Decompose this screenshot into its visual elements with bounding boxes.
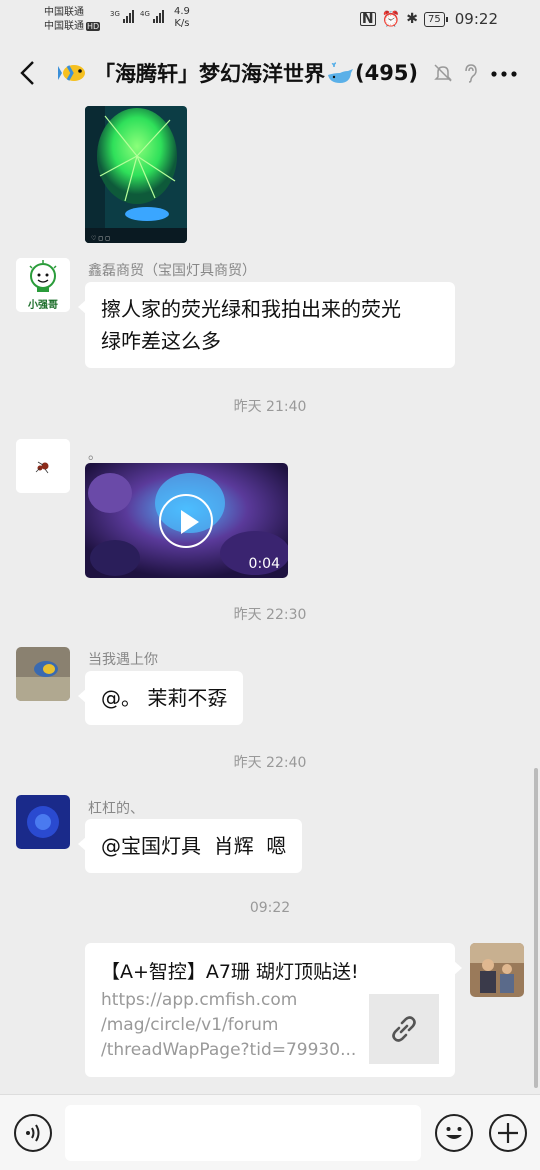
voice-icon: [26, 1124, 40, 1142]
chat-title-text: 「海腾轩」梦幻海洋世界: [94, 62, 325, 86]
message-text: @。 茉莉不孬: [101, 686, 228, 710]
link-thumbnail: [369, 994, 439, 1064]
clock: 09:22: [454, 10, 498, 28]
back-button[interactable]: [14, 58, 44, 88]
sender-name: 杠杠的、: [88, 801, 144, 817]
bluetooth-icon: ✱: [406, 11, 419, 27]
hd-badge: HD: [86, 22, 101, 31]
coral-avatar-icon: [16, 795, 70, 849]
svg-text:小强哥: 小强哥: [27, 298, 58, 311]
nfc-icon: N: [359, 11, 376, 27]
video-message[interactable]: 0:04: [85, 463, 288, 578]
text-message[interactable]: @宝国灯具 肖辉 嗯: [77, 819, 303, 873]
timestamp: 09:22: [249, 900, 291, 916]
chat-title[interactable]: 「海腾轩」梦幻海洋世界 (495): [58, 58, 418, 88]
link-url: https://app.cmfish.com /mag/circle/v1/fo…: [101, 988, 359, 1063]
video-duration: 0:04: [248, 556, 280, 572]
back-arrow-icon: [20, 61, 34, 85]
link-card-message[interactable]: 【A+智控】A7珊 瑚灯顶贴送! https://app.cmfish.com …: [85, 943, 462, 1077]
input-bar: [0, 1094, 540, 1170]
message-list[interactable]: ♡ ◻ ◻ 小强哥 鑫磊商贸（宝国灯具商贸） 擦人家的荧光绿和我拍出来的荧光 绿…: [0, 106, 540, 1094]
svg-text:♡ ◻ ◻: ♡ ◻ ◻: [91, 235, 110, 242]
avatar-self[interactable]: [470, 943, 524, 997]
timestamp: 昨天 21:40: [233, 399, 307, 415]
link-url-line: https://app.cmfish.com: [101, 990, 298, 1010]
image-message[interactable]: ♡ ◻ ◻: [85, 106, 187, 243]
link-url-line: /mag/circle/v1/forum: [101, 1015, 279, 1035]
avatar-m3[interactable]: [16, 647, 70, 701]
timestamp: 昨天 22:40: [233, 755, 307, 771]
coral-photo: ♡ ◻ ◻: [85, 106, 187, 243]
more-functions-button[interactable]: [489, 1114, 527, 1152]
ear-icon: [459, 62, 481, 84]
status-right: N ⏰ ✱ 75 09:22: [359, 10, 498, 28]
carrier-1: 中国联通: [44, 7, 84, 18]
chat-header: 「海腾轩」梦幻海洋世界 (495): [0, 42, 540, 106]
emoji-icon: [446, 1127, 462, 1139]
more-button[interactable]: [490, 64, 518, 86]
avatar-m4[interactable]: [16, 795, 70, 849]
self-avatar-photo: [470, 943, 524, 997]
bulb-logo-icon: 小强哥: [16, 258, 70, 312]
more-dots-icon: [491, 71, 517, 77]
avatar-m1[interactable]: 小强哥: [16, 258, 70, 312]
status-bar: 中国联通 中国联通 HD 3G 4G 4.9 K/s N ⏰ ✱ 75 09:22: [0, 0, 540, 42]
sender-name: 。: [88, 447, 102, 463]
message-text: @宝国灯具 肖辉 嗯: [101, 834, 287, 858]
emoji-button[interactable]: [435, 1114, 473, 1152]
message-line: 绿咋差这么多: [101, 329, 221, 353]
battery-icon: 75: [424, 11, 448, 27]
plus-icon: [498, 1123, 518, 1143]
text-message[interactable]: @。 茉莉不孬: [77, 671, 244, 725]
network-speed: 4.9 K/s: [174, 6, 190, 29]
mute-bell-icon: [432, 62, 454, 84]
member-count: (495): [355, 61, 419, 85]
sender-name: 鑫磊商贸（宝国灯具商贸）: [88, 263, 256, 279]
link-icon: [392, 1016, 416, 1042]
fish-avatar-icon: [16, 647, 70, 701]
whale-emoji-icon: [328, 62, 353, 83]
signal-icon-1: 3G: [110, 10, 135, 23]
sender-name: 当我遇上你: [88, 652, 158, 668]
ant-avatar-icon: [16, 439, 70, 493]
fish-emoji-icon: [58, 65, 85, 81]
message-input[interactable]: [65, 1105, 421, 1161]
carrier-2: 中国联通 HD: [44, 21, 101, 32]
link-url-line: /threadWapPage?tid=79930...: [101, 1040, 357, 1060]
message-line: 擦人家的荧光绿和我拍出来的荧光: [101, 297, 401, 321]
text-message[interactable]: 擦人家的荧光绿和我拍出来的荧光 绿咋差这么多: [78, 282, 455, 368]
play-button[interactable]: [159, 494, 213, 548]
alarm-icon: ⏰: [381, 10, 401, 28]
timestamp: 昨天 22:30: [233, 607, 307, 623]
avatar-m2[interactable]: [16, 439, 70, 493]
scrollbar[interactable]: [534, 768, 538, 1088]
voice-button[interactable]: [14, 1114, 52, 1152]
signal-icon-2: 4G: [140, 10, 165, 23]
carrier-info: 中国联通 中国联通 HD: [44, 6, 101, 34]
link-title: 【A+智控】A7珊 瑚灯顶贴送!: [101, 961, 359, 983]
